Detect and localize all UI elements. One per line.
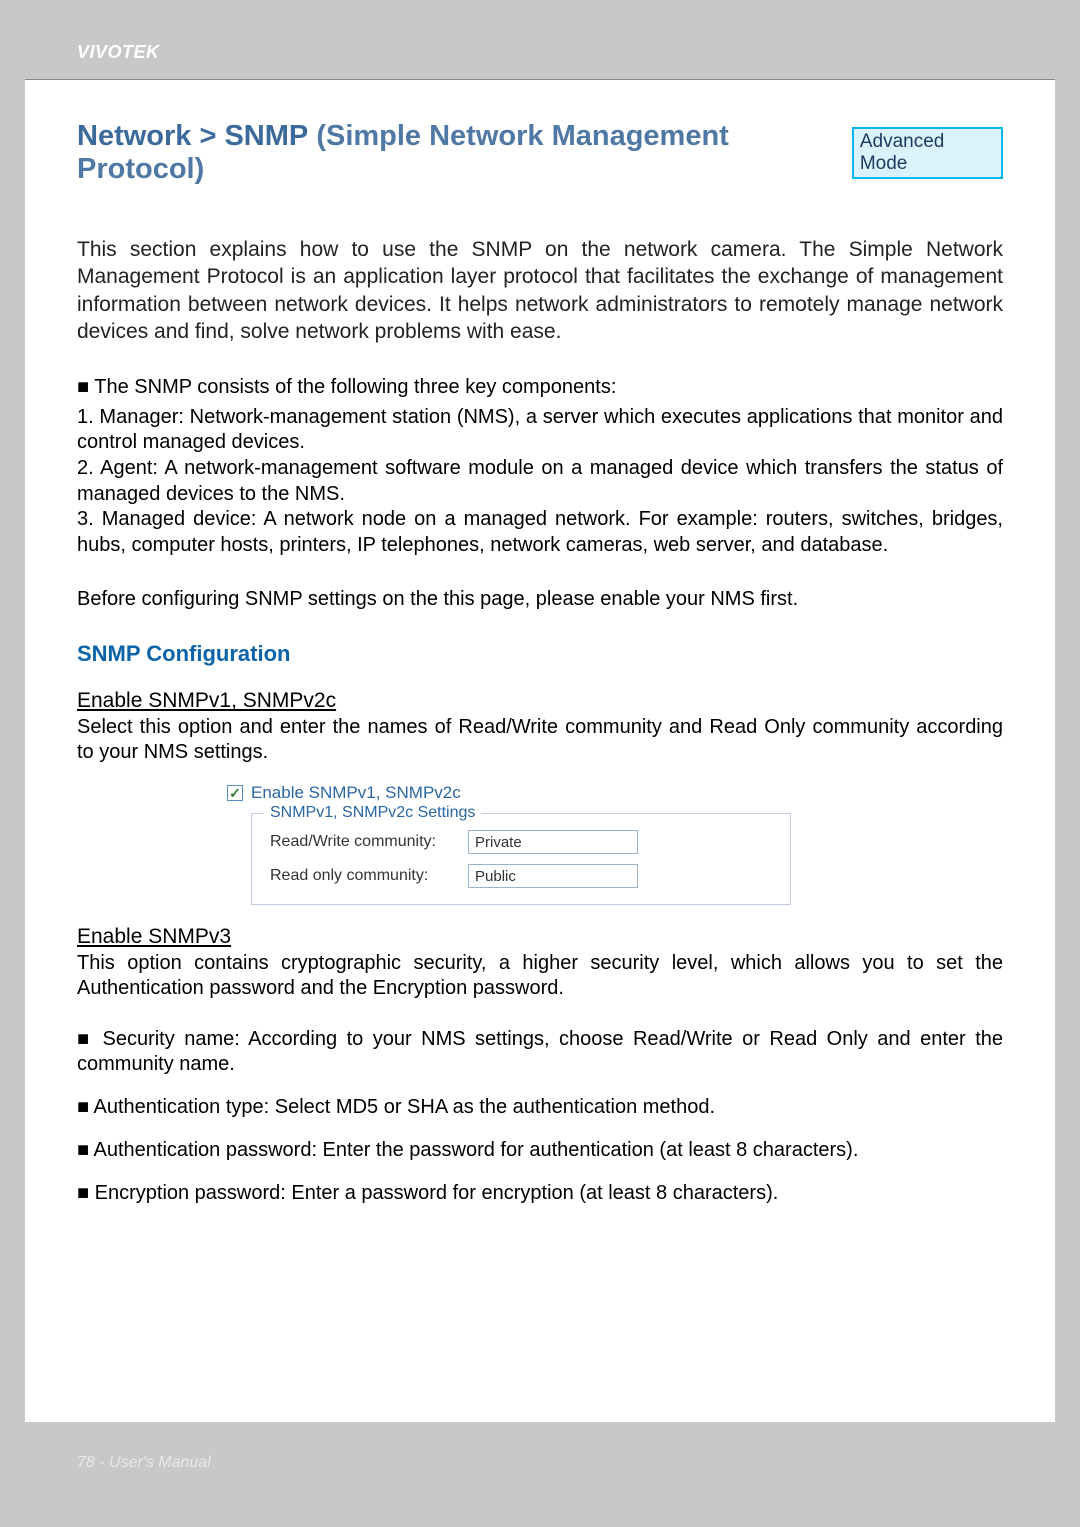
page-footer: 78 - User's Manual xyxy=(77,1454,211,1472)
components-block: ■ The SNMP consists of the following thr… xyxy=(77,375,1003,558)
v3-heading: Enable SNMPv3 xyxy=(77,925,1003,949)
snmp-settings-screenshot: ✓ Enable SNMPv1, SNMPv2c SNMPv1, SNMPv2c… xyxy=(227,783,1003,905)
ro-community-row: Read only community: xyxy=(270,864,772,888)
title-row: Network > SNMP (Simple Network Managemen… xyxy=(77,120,1003,186)
check-icon: ✓ xyxy=(229,786,241,800)
page: VIVOTEK Network > SNMP (Simple Network M… xyxy=(25,25,1055,1502)
ro-community-label: Read only community: xyxy=(270,867,450,885)
v3-bullets: ■ Security name: According to your NMS s… xyxy=(77,1027,1003,1206)
breadcrumb: Network > SNMP xyxy=(77,120,308,152)
v3-bullet-auth-type: ■ Authentication type: Select MD5 or SHA… xyxy=(77,1095,1003,1120)
components-lead: ■ The SNMP consists of the following thr… xyxy=(77,375,1003,401)
rw-community-label: Read/Write community: xyxy=(270,833,450,851)
snmp-config-title: SNMP Configuration xyxy=(77,641,1003,667)
v3-bullet-security-name: ■ Security name: According to your NMS s… xyxy=(77,1027,1003,1077)
v3-bullet-auth-password: ■ Authentication password: Enter the pas… xyxy=(77,1138,1003,1163)
v3-desc: This option contains cryptographic secur… xyxy=(77,951,1003,1001)
snmp-v1v2c-fieldset: SNMPv1, SNMPv2c Settings Read/Write comm… xyxy=(251,813,791,905)
v1v2c-heading: Enable SNMPv1, SNMPv2c xyxy=(77,689,1003,713)
ro-community-input[interactable] xyxy=(468,864,638,888)
component-item-1: 1. Manager: Network-management station (… xyxy=(77,405,1003,456)
intro-paragraph: This section explains how to use the SNM… xyxy=(77,236,1003,345)
footer-strip: 78 - User's Manual xyxy=(25,1422,1055,1502)
advanced-mode-badge: Advanced Mode xyxy=(852,127,1003,179)
rw-community-input[interactable] xyxy=(468,830,638,854)
page-title: Network > SNMP (Simple Network Managemen… xyxy=(77,120,852,186)
rw-community-row: Read/Write community: xyxy=(270,830,772,854)
before-note: Before configuring SNMP settings on the … xyxy=(77,588,1003,611)
component-item-2: 2. Agent: A network-management software … xyxy=(77,456,1003,507)
v3-bullet-enc-password: ■ Encryption password: Enter a password … xyxy=(77,1181,1003,1206)
enable-snmp-label: Enable SNMPv1, SNMPv2c xyxy=(251,783,461,803)
content-area: Network > SNMP (Simple Network Managemen… xyxy=(25,80,1055,1206)
fieldset-legend: SNMPv1, SNMPv2c Settings xyxy=(264,804,481,822)
component-item-3: 3. Managed device: A network node on a m… xyxy=(77,507,1003,558)
enable-snmp-checkbox[interactable]: ✓ xyxy=(227,785,243,801)
v1v2c-desc: Select this option and enter the names o… xyxy=(77,715,1003,765)
brand-logo: VIVOTEK xyxy=(77,42,160,63)
header-band: VIVOTEK xyxy=(25,25,1055,80)
enable-snmp-row: ✓ Enable SNMPv1, SNMPv2c xyxy=(227,783,1003,803)
